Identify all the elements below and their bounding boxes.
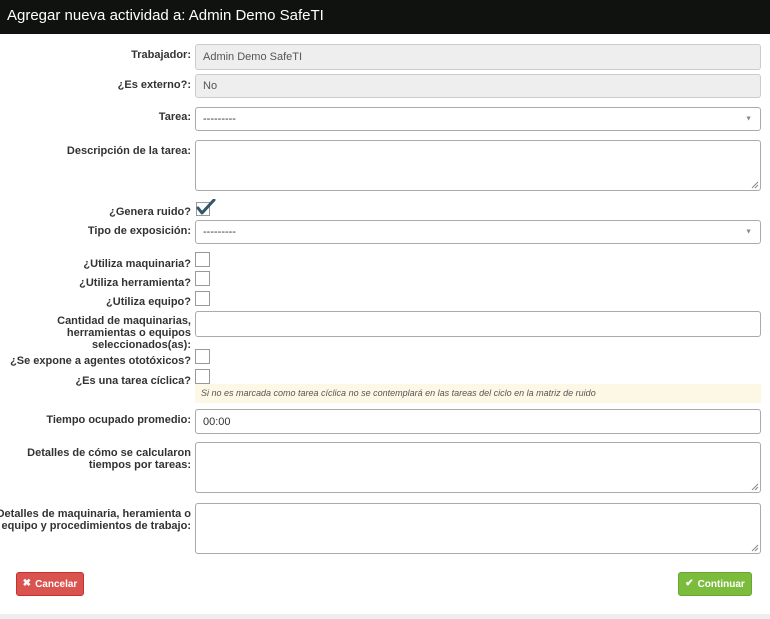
utiliza-equipo-checkbox[interactable] bbox=[195, 291, 210, 306]
agentes-ototoxicos-label: ¿Se expone a agentes ototóxicos? bbox=[10, 355, 191, 367]
check-icon: ✔ bbox=[685, 578, 694, 589]
tarea-select[interactable]: --------- ▼ bbox=[195, 107, 761, 131]
agentes-ototoxicos-checkbox[interactable] bbox=[195, 349, 210, 364]
cancel-button[interactable]: ✖ Cancelar bbox=[16, 572, 84, 596]
utiliza-equipo-label: ¿Utiliza equipo? bbox=[106, 296, 191, 308]
trabajador-field[interactable]: Admin Demo SafeTI bbox=[195, 44, 761, 70]
resize-grip-icon[interactable] bbox=[751, 181, 759, 189]
chevron-down-icon: ▼ bbox=[745, 115, 752, 123]
cantidad-label-line: seleccionados(as): bbox=[91, 339, 191, 351]
close-icon: ✖ bbox=[22, 578, 32, 589]
tarea-ciclica-hint: Si no es marcada como tarea cíclica no s… bbox=[195, 384, 761, 403]
tiempo-ocupado-input[interactable]: 00:00 bbox=[195, 409, 761, 434]
tarea-selected-value: --------- bbox=[203, 113, 236, 125]
tipo-exposicion-select[interactable]: --------- ▼ bbox=[195, 220, 761, 244]
tiempo-ocupado-label: Tiempo ocupado promedio: bbox=[46, 414, 191, 426]
continue-button-label: Continuar bbox=[697, 578, 745, 590]
detalles-tiempos-textarea[interactable] bbox=[195, 442, 761, 493]
cantidad-input[interactable] bbox=[195, 311, 761, 337]
cancel-button-label: Cancelar bbox=[35, 578, 78, 590]
descripcion-label: Descripción de la tarea: bbox=[66, 145, 191, 157]
modal-footer-divider bbox=[0, 614, 770, 619]
utiliza-maquinaria-label: ¿Utiliza maquinaria? bbox=[83, 258, 191, 270]
detalles-maquinaria-textarea[interactable] bbox=[195, 503, 761, 554]
resize-grip-icon[interactable] bbox=[751, 483, 759, 491]
cantidad-label-line: herramientas o equipos bbox=[66, 327, 191, 339]
continue-button[interactable]: ✔ Continuar bbox=[678, 572, 752, 596]
tipo-exposicion-selected-value: --------- bbox=[203, 226, 236, 238]
detalles-tiempos-label-line: Detalles de cómo se calcularon bbox=[27, 447, 191, 459]
utiliza-herramienta-label: ¿Utiliza herramienta? bbox=[79, 277, 191, 289]
modal-title: Agregar nueva actividad a: Admin Demo Sa… bbox=[7, 7, 324, 24]
detalles-maquinaria-label: Detalles de maquinaria, heramienta o equ… bbox=[0, 508, 191, 532]
es-externo-value: No bbox=[203, 80, 218, 92]
detalles-tiempos-label: Detalles de cómo se calcularon tiempos p… bbox=[27, 447, 191, 471]
tarea-ciclica-checkbox[interactable] bbox=[195, 369, 210, 384]
genera-ruido-checkbox[interactable] bbox=[196, 199, 216, 217]
modal-header: Agregar nueva actividad a: Admin Demo Sa… bbox=[0, 0, 770, 34]
trabajador-value: Admin Demo SafeTI bbox=[203, 51, 303, 63]
tipo-exposicion-label: Tipo de exposición: bbox=[87, 225, 191, 237]
trabajador-label: Trabajador: bbox=[131, 49, 191, 61]
tarea-label: Tarea: bbox=[158, 111, 191, 123]
es-externo-field[interactable]: No bbox=[195, 74, 761, 98]
detalles-maquinaria-label-line: equipo y procedimientos de trabajo: bbox=[1, 520, 191, 532]
tarea-ciclica-label: ¿Es una tarea cíclica? bbox=[75, 375, 191, 387]
resize-grip-icon[interactable] bbox=[751, 544, 759, 552]
utiliza-maquinaria-checkbox[interactable] bbox=[195, 252, 210, 267]
detalles-tiempos-label-line: tiempos por tareas: bbox=[88, 459, 191, 471]
descripcion-textarea[interactable] bbox=[195, 140, 761, 191]
es-externo-label: ¿Es externo?: bbox=[117, 79, 191, 91]
tiempo-ocupado-value: 00:00 bbox=[203, 415, 231, 428]
cantidad-label-line: Cantidad de maquinarias, bbox=[57, 315, 191, 327]
detalles-maquinaria-label-line: Detalles de maquinaria, heramienta o bbox=[0, 508, 191, 520]
genera-ruido-label: ¿Genera ruido? bbox=[109, 206, 191, 218]
chevron-down-icon: ▼ bbox=[745, 228, 752, 236]
cantidad-label: Cantidad de maquinarias, herramientas o … bbox=[57, 315, 191, 351]
utiliza-herramienta-checkbox[interactable] bbox=[195, 271, 210, 286]
